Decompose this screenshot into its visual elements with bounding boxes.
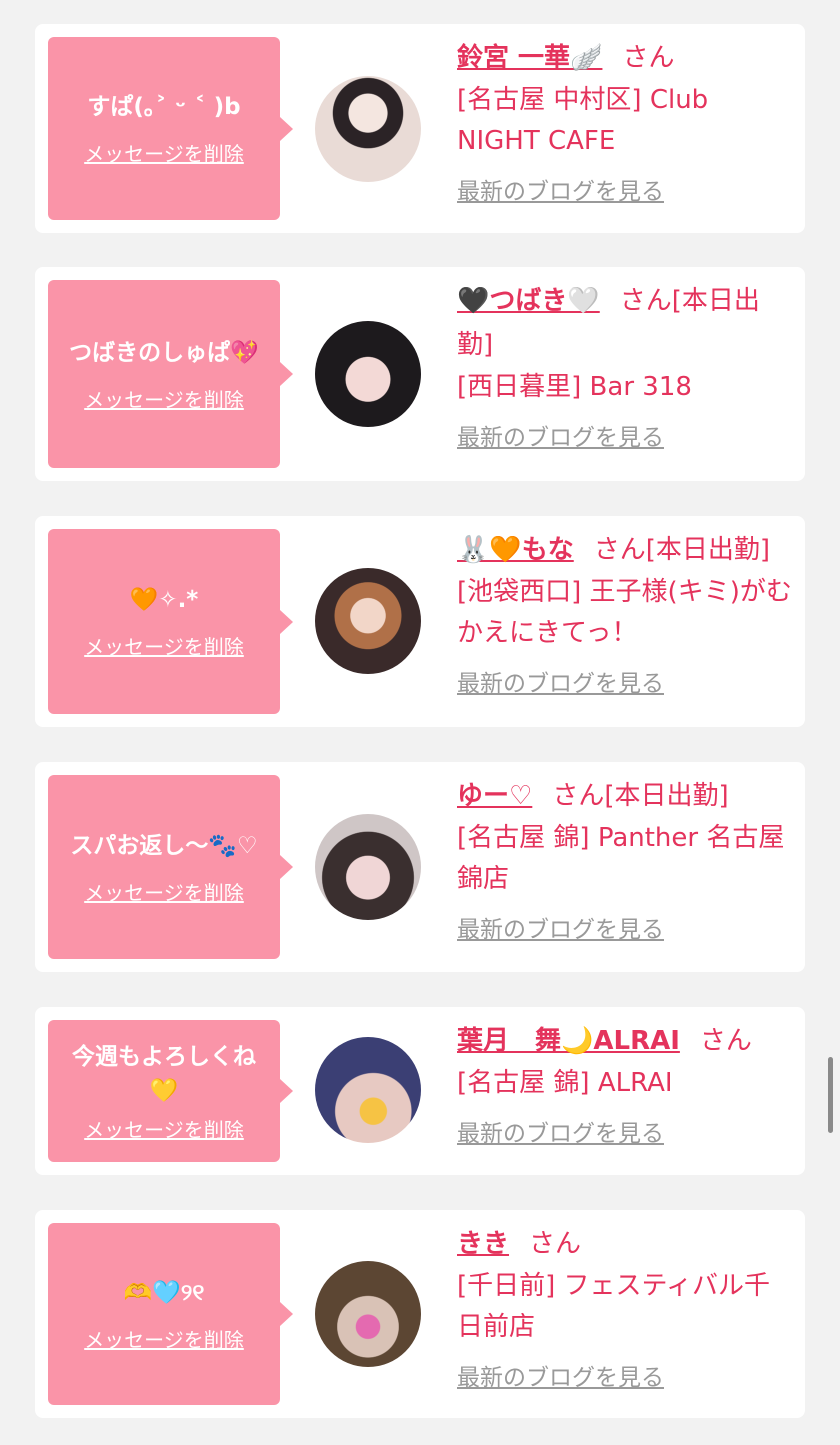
name-line: 鈴宮 一華🪽 さん [457, 36, 795, 80]
cast-info: 🐰🧡もな さん[本日出勤] [池袋西口] 王子様(キミ)がむかえにきてっ！ 最新の… [457, 528, 795, 698]
shop-name: [西日暮里] Bar 318 [457, 372, 692, 402]
message-card: つばきのしゅぱ💖 メッセージを削除 🖤つばき🤍 さん[本日出勤] [西日暮里] B… [35, 267, 805, 481]
delete-message-link[interactable]: メッセージを削除 [84, 1324, 244, 1353]
san-label: さん[本日出勤] [552, 781, 729, 811]
shop-name: [千日前] フェスティバル千日前店 [457, 1271, 770, 1342]
cast-name-link[interactable]: 🖤つばき🤍 [457, 286, 600, 316]
san-label: さん[本日出勤] [593, 535, 771, 565]
message-list: すぱ(｡˃ ᵕ ˂ )b メッセージを削除 鈴宮 一華🪽 さん [名古屋 中村区]… [0, 0, 840, 1445]
message-text: 🧡✧.* [129, 587, 199, 613]
cast-name-link[interactable]: 葉月 舞🌙ALRAI [457, 1026, 680, 1056]
delete-message-link[interactable]: メッセージを削除 [84, 631, 244, 660]
avatar[interactable] [315, 1037, 421, 1143]
message-card: すぱ(｡˃ ᵕ ˂ )b メッセージを削除 鈴宮 一華🪽 さん [名古屋 中村区]… [35, 24, 805, 233]
message-bubble: スパお返し〜🐾♡ メッセージを削除 [48, 775, 293, 959]
latest-blog-link[interactable]: 最新のブログを見る [457, 910, 664, 944]
shop-name: [名古屋 錦] ALRAI [457, 1068, 673, 1098]
delete-message-link[interactable]: メッセージを削除 [84, 1114, 244, 1143]
message-text: 🫶🩵୨୧ [123, 1279, 205, 1306]
message-card: スパお返し〜🐾♡ メッセージを削除 ゆー♡ さん[本日出勤] [名古屋 錦] Pa… [35, 762, 805, 972]
cast-name-link[interactable]: ゆー♡ [457, 781, 532, 811]
delete-message-link[interactable]: メッセージを削除 [84, 877, 244, 906]
cast-name-link[interactable]: きき [457, 1229, 509, 1259]
avatar[interactable] [315, 814, 421, 920]
message-text: スパお返し〜🐾♡ [70, 832, 258, 859]
name-line: 葉月 舞🌙ALRAI さん [457, 1019, 795, 1063]
scrollbar[interactable] [828, 1057, 833, 1133]
message-bubble: つばきのしゅぱ💖 メッセージを削除 [48, 280, 293, 468]
name-line: きき さん [457, 1222, 795, 1266]
cast-name-link[interactable]: 鈴宮 一華🪽 [457, 43, 602, 73]
name-line: ゆー♡ さん[本日出勤] [457, 774, 795, 818]
name-line: 🐰🧡もな さん[本日出勤] [457, 528, 795, 572]
cast-info: ゆー♡ さん[本日出勤] [名古屋 錦] Panther 名古屋錦店 最新のブログ… [457, 774, 795, 944]
message-card: 🫶🩵୨୧ メッセージを削除 きき さん [千日前] フェスティバル千日前店 最新の… [35, 1210, 805, 1418]
san-label: さん [622, 43, 675, 73]
message-bubble: すぱ(｡˃ ᵕ ˂ )b メッセージを削除 [48, 37, 293, 220]
message-card: 🧡✧.* メッセージを削除 🐰🧡もな さん[本日出勤] [池袋西口] 王子様(キミ… [35, 516, 805, 727]
cast-info: 鈴宮 一華🪽 さん [名古屋 中村区] Club NIGHT CAFE 最新のブロ… [457, 36, 795, 206]
san-label: さん [529, 1229, 582, 1259]
message-bubble: 今週もよろしくね💛 メッセージを削除 [48, 1020, 293, 1162]
latest-blog-link[interactable]: 最新のブログを見る [457, 664, 664, 698]
message-bubble: 🧡✧.* メッセージを削除 [48, 529, 293, 714]
cast-info: きき さん [千日前] フェスティバル千日前店 最新のブログを見る [457, 1222, 795, 1392]
san-label: さん [699, 1026, 752, 1056]
latest-blog-link[interactable]: 最新のブログを見る [457, 418, 664, 452]
name-line: 🖤つばき🤍 さん[本日出勤] [457, 279, 795, 367]
cast-info: 🖤つばき🤍 さん[本日出勤] [西日暮里] Bar 318 最新のブログを見る [457, 279, 795, 452]
message-text: 今週もよろしくね💛 [72, 1043, 256, 1104]
latest-blog-link[interactable]: 最新のブログを見る [457, 1358, 664, 1392]
latest-blog-link[interactable]: 最新のブログを見る [457, 1114, 664, 1148]
delete-message-link[interactable]: メッセージを削除 [84, 384, 244, 413]
avatar[interactable] [315, 76, 421, 182]
shop-name: [池袋西口] 王子様(キミ)がむかえにきてっ！ [457, 577, 792, 648]
avatar[interactable] [315, 1261, 421, 1367]
avatar[interactable] [315, 568, 421, 674]
latest-blog-link[interactable]: 最新のブログを見る [457, 172, 664, 206]
cast-info: 葉月 舞🌙ALRAI さん [名古屋 錦] ALRAI 最新のブログを見る [457, 1019, 795, 1148]
cast-name-link[interactable]: 🐰🧡もな [457, 535, 574, 565]
message-card: 今週もよろしくね💛 メッセージを削除 葉月 舞🌙ALRAI さん [名古屋 錦] … [35, 1007, 805, 1175]
delete-message-link[interactable]: メッセージを削除 [84, 138, 244, 167]
message-text: つばきのしゅぱ💖 [69, 339, 259, 366]
message-text: すぱ(｡˃ ᵕ ˂ )b [87, 94, 241, 120]
message-bubble: 🫶🩵୨୧ メッセージを削除 [48, 1223, 293, 1405]
shop-name: [名古屋 錦] Panther 名古屋錦店 [457, 823, 785, 894]
avatar[interactable] [315, 321, 421, 427]
shop-name: [名古屋 中村区] Club NIGHT CAFE [457, 85, 709, 156]
